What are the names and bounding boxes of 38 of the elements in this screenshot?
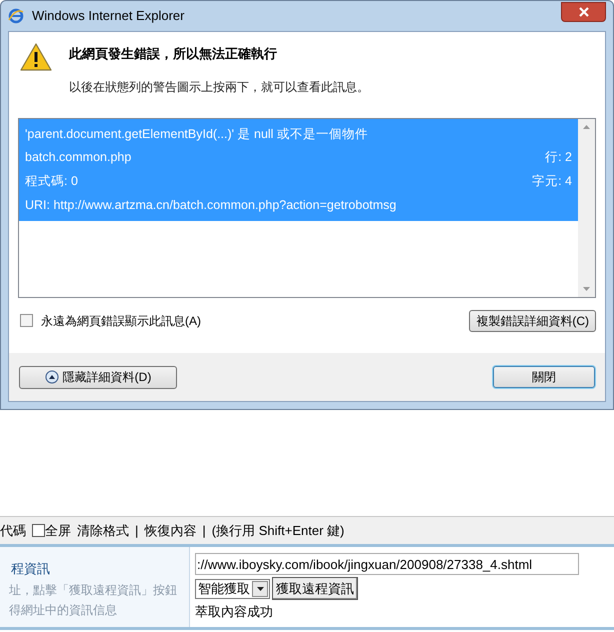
close-icon [578,7,588,17]
fullscreen-label: 全屏 [45,522,71,540]
fullscreen-checkbox[interactable] [32,524,45,537]
checkbox-label: 永遠為網頁錯誤顯示此訊息(A) [41,312,201,330]
field-title: 程資訊 [11,560,51,578]
error-detail-value: 行: 2 [545,149,572,166]
field-hint: 址，點擊「獲取遠程資訊」按鈕 [9,582,178,598]
browser-logo-icon [8,8,24,24]
field-hint: 得網址中的資訊信息 [9,602,118,618]
toolbar-item[interactable]: | [135,520,138,540]
error-detail-text: 'parent.document.getElementById(...)' 是 null 或不是一個物件 [25,126,368,143]
toolbar-item[interactable]: (換行用 Shift+Enter 鍵) [212,520,344,540]
fetch-button[interactable]: 獲取遠程資訊 [272,577,358,600]
toolbar-item[interactable]: 恢復內容 [144,520,196,540]
dropdown-icon [256,586,264,590]
copy-details-button[interactable]: 複製錯誤詳細資料(C) [469,310,596,332]
mode-select[interactable]: 智能獲取 [195,578,270,598]
error-detail-text: batch.common.php [25,149,132,166]
toolbar-item[interactable]: | [202,520,206,540]
error-message: 以後在狀態列的警告圖示上按兩下，就可以查看此訊息。 [69,78,369,96]
window-title: Windows Internet Explorer [32,7,184,26]
close-button[interactable] [561,2,606,22]
warning-icon [19,42,53,72]
error-detail-text: URI: http://www.artzma.cn/batch.common.php?action=getrobotmsg [25,196,396,214]
url-input-field[interactable]: ://www.iboysky.com/ibook/jingxuan/200908/27338_4.shtml [195,553,579,575]
close-dialog-button[interactable]: 關閉 [493,366,595,388]
scroll-down-icon [583,286,590,290]
scrollbar[interactable] [578,118,595,296]
error-heading: 此網頁發生錯誤，所以無法正確執行 [69,45,278,63]
status-text: 萃取內容成功 [195,603,274,621]
checkbox[interactable] [20,314,33,327]
scroll-up-icon [583,124,590,128]
hide-details-button[interactable]: 隱藏詳細資料(D) [19,366,177,388]
error-detail-value: 字元: 4 [532,173,572,190]
collapse-icon [44,370,59,384]
error-detail-text: 程式碼: 0 [25,173,78,190]
toolbar-item[interactable]: 清除格式 [77,520,129,540]
toolbar-text: 代碼 [0,522,26,540]
